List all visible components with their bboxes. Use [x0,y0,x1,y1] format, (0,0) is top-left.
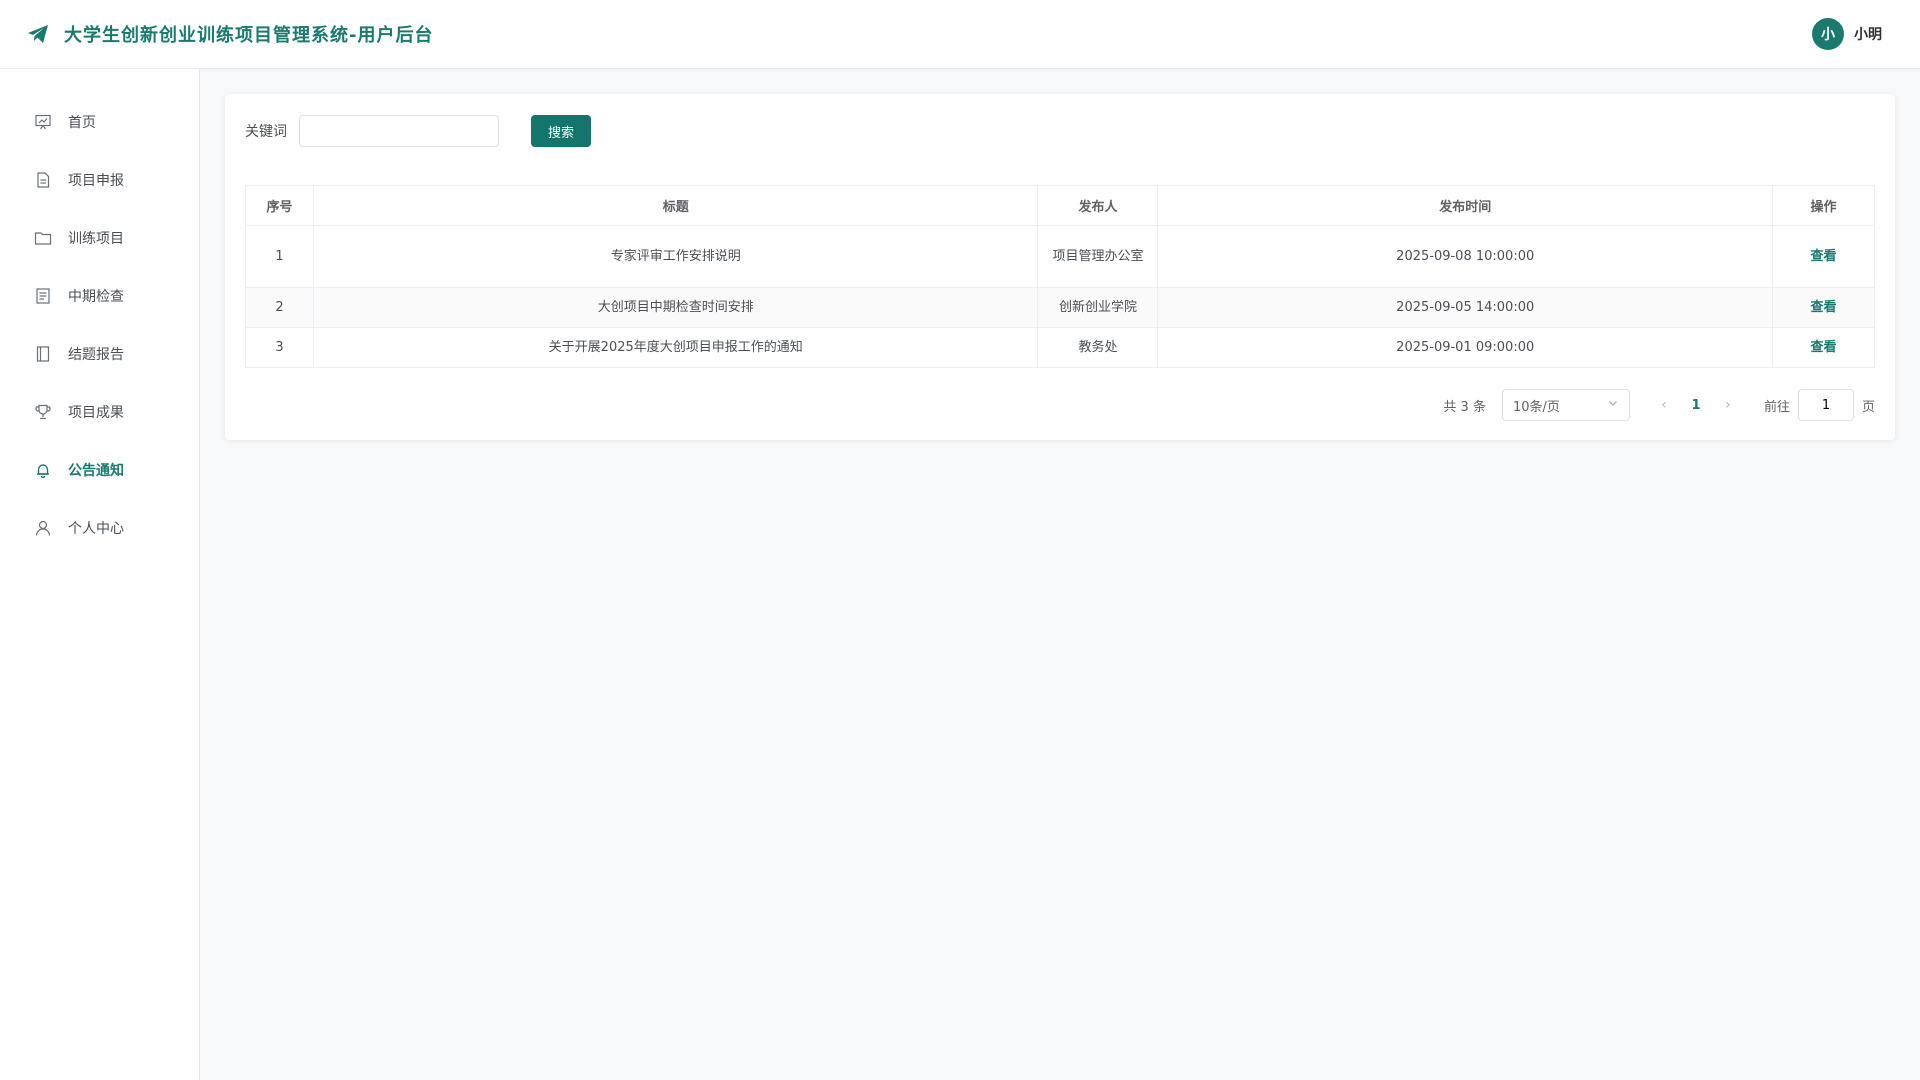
view-link[interactable]: 查看 [1811,249,1837,264]
folder-icon [34,229,52,247]
cell-time: 2025-09-08 10:00:00 [1157,225,1774,288]
user-menu[interactable]: 小 小明 [1812,18,1882,50]
sidebar-item-label: 项目申报 [68,173,124,189]
search-bar: 关键词 搜索 [245,115,591,147]
user-icon [34,519,52,537]
cell-time: 2025-09-01 09:00:00 [1157,327,1774,368]
trophy-icon [34,403,52,421]
chevron-down-icon [1607,397,1619,413]
next-page-icon[interactable]: › [1712,397,1744,413]
column-header-action: 操作 [1772,185,1875,226]
sidebar-item-announcements[interactable]: 公告通知 [0,441,199,499]
page-size-value: 10条/页 [1512,399,1560,415]
goto-label: 前往 [1763,399,1790,415]
page-number[interactable]: 1 [1680,398,1712,413]
presentation-chart-icon [34,113,52,131]
cell-action: 查看 [1772,327,1875,368]
sidebar-item-final-report[interactable]: 结题报告 [0,325,199,383]
column-header-publisher: 发布人 [1037,185,1159,226]
page-size-select[interactable]: 10条/页 [1501,389,1630,421]
user-name[interactable]: 小明 [1854,24,1882,44]
checklist-icon [34,287,52,305]
goto-page-input[interactable] [1797,389,1854,421]
table-row: 2 大创项目中期检查时间安排 创新创业学院 2025-09-05 14:00:0… [245,287,1875,328]
cell-index: 3 [245,327,314,368]
sidebar-item-label: 项目成果 [68,405,124,421]
column-header-title: 标题 [312,185,1039,226]
page-suffix: 页 [1861,399,1875,415]
cell-title: 大创项目中期检查时间安排 [312,287,1039,328]
cell-publisher: 创新创业学院 [1037,287,1159,328]
table-header-row: 序号 标题 发布人 发布时间 操作 [245,185,1875,226]
notebook-icon [34,345,52,363]
keyword-label: 关键词 [245,124,287,140]
table-row: 1 专家评审工作安排说明 项目管理办公室 2025-09-08 10:00:00… [245,225,1875,288]
table-row: 3 关于开展2025年度大创项目申报工作的通知 教务处 2025-09-01 0… [245,327,1875,368]
view-link[interactable]: 查看 [1811,340,1837,355]
sidebar-item-training-projects[interactable]: 训练项目 [0,209,199,267]
sidebar-item-label: 个人中心 [68,521,124,537]
bell-icon [34,461,52,479]
cell-time: 2025-09-05 14:00:00 [1157,287,1774,328]
announcement-table: 序号 标题 发布人 发布时间 操作 1 专家评审工作安排说明 项目管理办公室 2… [245,185,1875,368]
sidebar: 首页 项目申报 训练项目 中期检查 结题报告 项目成果 公告通知 个人中心 [0,69,200,1080]
sidebar-item-midterm-check[interactable]: 中期检查 [0,267,199,325]
app-title: 大学生创新创业训练项目管理系统-用户后台 [64,25,434,46]
avatar[interactable]: 小 [1812,18,1844,50]
sidebar-item-project-apply[interactable]: 项目申报 [0,151,199,209]
cell-title: 专家评审工作安排说明 [312,225,1039,288]
view-link[interactable]: 查看 [1811,300,1837,315]
sidebar-item-label: 中期检查 [68,289,124,305]
sidebar-item-profile[interactable]: 个人中心 [0,499,199,557]
sidebar-item-achievements[interactable]: 项目成果 [0,383,199,441]
cell-action: 查看 [1772,287,1875,328]
sidebar-menu: 首页 项目申报 训练项目 中期检查 结题报告 项目成果 公告通知 个人中心 [0,69,199,557]
column-header-time: 发布时间 [1157,185,1774,226]
total-count: 共 3 条 [1443,399,1486,415]
announcement-card: 关键词 搜索 序号 标题 发布人 发布时间 操作 1 专家评审工作安排说明 项目… [225,94,1895,440]
top-header: 大学生创新创业训练项目管理系统-用户后台 小 小明 [0,0,1920,69]
paper-plane-icon [26,22,50,46]
sidebar-item-home[interactable]: 首页 [0,93,199,151]
sidebar-item-label: 公告通知 [68,463,124,479]
column-header-index: 序号 [245,185,314,226]
sidebar-item-label: 训练项目 [68,231,124,247]
cell-index: 1 [245,225,314,288]
document-icon [34,171,52,189]
pagination: 共 3 条 10条/页 ‹ 1 › 前往 页 [1443,389,1875,421]
brand: 大学生创新创业训练项目管理系统-用户后台 [26,21,433,47]
prev-page-icon[interactable]: ‹ [1648,397,1680,413]
cell-index: 2 [245,287,314,328]
sidebar-item-label: 首页 [68,115,96,131]
cell-publisher: 教务处 [1037,327,1159,368]
cell-publisher: 项目管理办公室 [1037,225,1159,288]
keyword-input[interactable] [299,115,499,147]
cell-title: 关于开展2025年度大创项目申报工作的通知 [312,327,1039,368]
search-button[interactable]: 搜索 [531,115,591,147]
sidebar-item-label: 结题报告 [68,347,124,363]
cell-action: 查看 [1772,225,1875,288]
